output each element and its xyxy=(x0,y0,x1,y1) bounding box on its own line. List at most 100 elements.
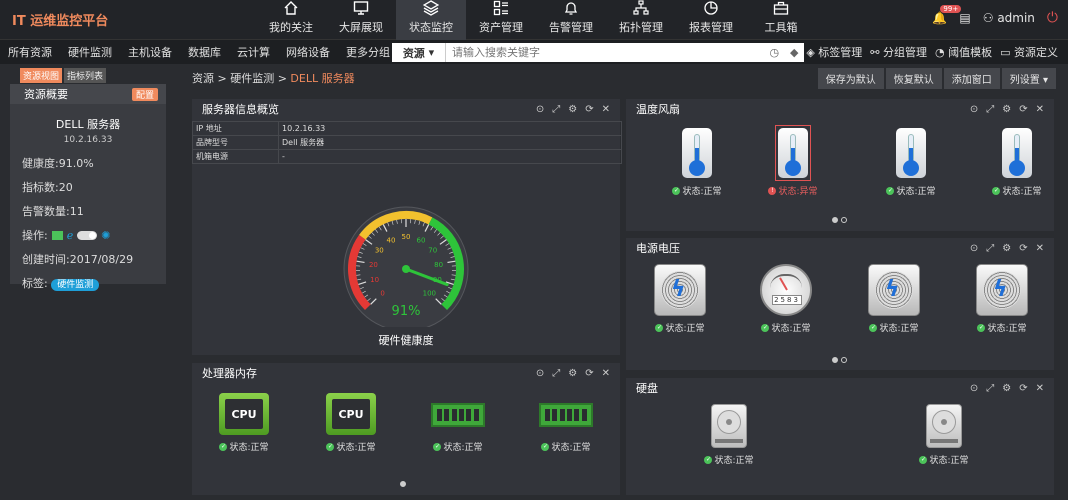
settings-wheel-icon[interactable]: ✺ xyxy=(101,229,110,242)
target-icon[interactable]: ⊙ xyxy=(536,368,544,379)
expand-icon[interactable]: ⤢ xyxy=(986,243,994,254)
menu-network[interactable]: 网络设备 xyxy=(278,44,338,60)
expand-icon[interactable]: ⤢ xyxy=(986,383,994,394)
tab-resource-view[interactable]: 资源视图 xyxy=(20,68,63,83)
refresh-icon[interactable]: ⟳ xyxy=(585,368,593,379)
disk-tile[interactable]: ✓ 状态:正常 xyxy=(704,404,754,466)
gauge-tick-label: 20 xyxy=(369,261,378,269)
power-fan-tile[interactable]: ϟ ✓ 状态:正常 xyxy=(974,264,1030,334)
health-gauge: 0102030405060708090100 91% xyxy=(343,206,469,327)
status-text: 状态:正常 xyxy=(443,443,483,453)
target-icon[interactable]: ⊙ xyxy=(970,243,978,254)
memory-tile[interactable]: ✓ 状态:正常 xyxy=(428,403,488,453)
notification-button[interactable]: 🔔 99+ xyxy=(932,5,962,25)
cpu-tile[interactable]: CPU ✓ 状态:正常 xyxy=(321,393,381,453)
close-icon[interactable]: ✕ xyxy=(1036,104,1044,115)
status-text: 状态:正常 xyxy=(1002,187,1042,197)
target-icon[interactable]: ⊙ xyxy=(536,104,544,115)
target-icon[interactable]: ⊙ xyxy=(970,104,978,115)
nav-my-focus[interactable]: 我的关注 xyxy=(256,0,326,40)
add-window-button[interactable]: 添加窗口 xyxy=(943,68,1000,89)
nav-topology-management[interactable]: 拓扑管理 xyxy=(606,0,676,40)
nav-big-screen[interactable]: 大屏展现 xyxy=(326,0,396,40)
clock-icon[interactable]: ◷ xyxy=(769,46,779,59)
tag-icon[interactable]: ◆ xyxy=(790,46,798,59)
thermometer-tile[interactable]: ! 状态:异常 xyxy=(758,125,828,197)
power-fan-icon: ϟ xyxy=(868,264,920,316)
resource-definition-link[interactable]: ▭ 资源定义 xyxy=(1000,44,1058,60)
device-name: DELL 服务器 xyxy=(55,118,121,131)
close-icon[interactable]: ✕ xyxy=(1036,383,1044,394)
refresh-icon[interactable]: ⟳ xyxy=(585,104,593,115)
search-input[interactable] xyxy=(446,43,764,62)
gear-icon[interactable]: ⚙ xyxy=(568,104,577,115)
breadcrumb-current: DELL 服务器 xyxy=(290,72,355,85)
expand-icon[interactable]: ⤢ xyxy=(986,104,994,115)
thermometer-tile[interactable]: ✓ 状态:正常 xyxy=(982,125,1052,197)
thermometer-tile[interactable]: ✓ 状态:正常 xyxy=(876,125,946,197)
nav-status-monitor[interactable]: 状态监控 xyxy=(396,0,466,40)
power-fan-tile[interactable]: ϟ ✓ 状态:正常 xyxy=(652,264,708,334)
threshold-template-link[interactable]: ◔ 阈值模板 xyxy=(935,44,992,60)
search-type-select[interactable]: 资源 ▾ xyxy=(392,43,446,62)
pager-dot[interactable] xyxy=(841,217,847,223)
user-menu[interactable]: ⚇ admin xyxy=(983,11,1035,25)
menu-hardware[interactable]: 硬件监测 xyxy=(60,44,120,60)
column-settings-button[interactable]: 列设置 ▾ xyxy=(1001,68,1056,89)
gear-icon[interactable]: ⚙ xyxy=(1002,383,1011,394)
save-default-button[interactable]: 保存为默认 xyxy=(817,68,884,89)
nav-toolbox[interactable]: 工具箱 xyxy=(746,0,816,40)
power-fan-tile[interactable]: ϟ ✓ 状态:正常 xyxy=(866,264,922,334)
pager-dot[interactable] xyxy=(841,357,847,363)
tag-hardware[interactable]: 硬件监测 xyxy=(51,279,100,291)
refresh-icon[interactable]: ⟳ xyxy=(1019,243,1027,254)
gear-icon[interactable]: ⚙ xyxy=(1002,104,1011,115)
ok-icon: ✓ xyxy=(992,186,1001,195)
target-icon[interactable]: ⊙ xyxy=(970,383,978,394)
breadcrumb: 资源 > 硬件监测 > DELL 服务器 xyxy=(192,70,355,86)
voltage-meter-tile[interactable]: 2583 ✓ 状态:正常 xyxy=(758,264,814,334)
close-icon[interactable]: ✕ xyxy=(1036,243,1044,254)
gauge-tick-label: 70 xyxy=(428,247,437,255)
tag-management-link[interactable]: ◈ 标签管理 xyxy=(806,44,862,60)
close-icon[interactable]: ✕ xyxy=(602,368,610,379)
power-icon[interactable]: ⏻ xyxy=(1047,10,1058,26)
hard-disk-icon xyxy=(711,404,747,448)
table-cell: - xyxy=(278,149,622,164)
expand-icon[interactable]: ⤢ xyxy=(552,368,560,379)
thermometer-tile[interactable]: ✓ 状态:正常 xyxy=(662,125,732,197)
pager-dot[interactable] xyxy=(400,481,406,487)
menu-host-devices[interactable]: 主机设备 xyxy=(120,44,180,60)
operations-label: 操作: xyxy=(22,229,48,242)
pager-dot[interactable] xyxy=(832,217,838,223)
menu-all-resources[interactable]: 所有资源 xyxy=(0,44,60,60)
terminal-icon[interactable] xyxy=(51,230,63,240)
power-fan-icon: ϟ xyxy=(654,264,706,316)
refresh-icon[interactable]: ⟳ xyxy=(1019,104,1027,115)
expand-icon[interactable]: ⤢ xyxy=(552,104,560,115)
gear-icon[interactable]: ⚙ xyxy=(568,368,577,379)
table-cell: 品牌型号 xyxy=(192,135,279,150)
disk-tile[interactable]: ✓ 状态:正常 xyxy=(919,404,969,466)
pager-dot[interactable] xyxy=(832,357,838,363)
book-icon[interactable]: ▤ xyxy=(959,11,970,25)
toggle-switch[interactable] xyxy=(77,230,98,240)
tab-metric-list[interactable]: 指标列表 xyxy=(64,68,107,83)
close-icon[interactable]: ✕ xyxy=(602,104,610,115)
gear-icon[interactable]: ⚙ xyxy=(1002,243,1011,254)
restore-default-button[interactable]: 恢复默认 xyxy=(885,68,942,89)
browser-icon[interactable]: ℯ xyxy=(67,229,74,242)
power-voltage-panel: 电源电压 ⊙ ⤢ ⚙ ⟳ ✕ ϟ ✓ 状态:正常 2583 ✓ 状态:正常 ϟ ✓ 状态:正常 ϟ ✓ 状态:… xyxy=(626,238,1054,370)
memory-tile[interactable]: ✓ 状态:正常 xyxy=(536,403,596,453)
cpu-tile[interactable]: CPU ✓ 状态:正常 xyxy=(214,393,274,453)
ok-icon: ✓ xyxy=(761,323,770,332)
group-management-link[interactable]: ⚯ 分组管理 xyxy=(870,44,927,60)
nav-asset-management[interactable]: 资产管理 xyxy=(466,0,536,40)
breadcrumb-path[interactable]: 资源 > 硬件监测 > xyxy=(192,72,290,85)
menu-database[interactable]: 数据库 xyxy=(180,44,229,60)
menu-cloud[interactable]: 云计算 xyxy=(229,44,278,60)
nav-alarm-management[interactable]: 告警管理 xyxy=(536,0,606,40)
nav-report-management[interactable]: 报表管理 xyxy=(676,0,746,40)
refresh-icon[interactable]: ⟳ xyxy=(1019,383,1027,394)
config-button[interactable]: 配置 xyxy=(131,87,158,101)
